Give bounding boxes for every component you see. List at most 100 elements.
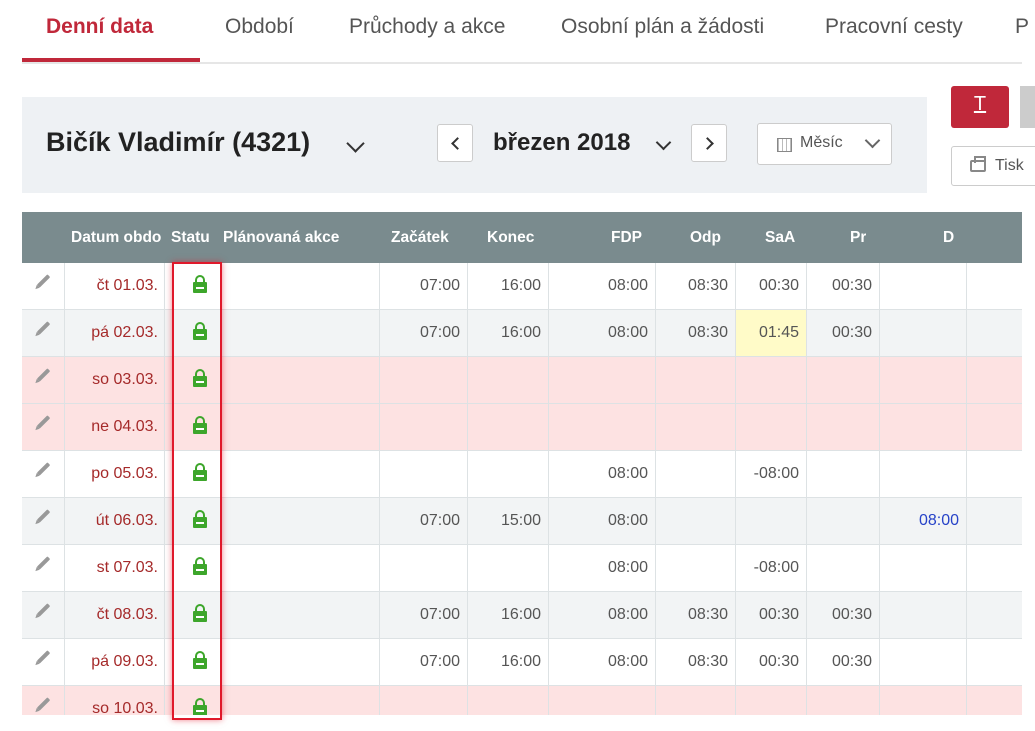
employee-name: Bičík Vladimír (4321): [46, 127, 311, 157]
start-cell: 07:00: [379, 592, 467, 638]
end-cell: [467, 545, 548, 591]
col-fdp[interactable]: FDP: [611, 229, 642, 247]
pr-cell: [806, 357, 879, 403]
edit-cell: [22, 592, 64, 638]
print-label: Tisk: [995, 157, 1024, 174]
edit-cell: [22, 498, 64, 544]
col-konec[interactable]: Konec: [487, 229, 534, 247]
date-cell[interactable]: út 06.03.: [64, 498, 164, 544]
fdp-cell: 08:00: [548, 451, 655, 497]
date-cell[interactable]: st 07.03.: [64, 545, 164, 591]
tab-denni-data[interactable]: Denní data: [46, 15, 153, 39]
odp-cell: [655, 357, 735, 403]
odp-cell: [655, 498, 735, 544]
extra-cell: [966, 451, 1022, 497]
col-pr[interactable]: Pr: [850, 229, 866, 247]
d-cell: [879, 404, 966, 450]
extra-cell: [966, 404, 1022, 450]
fdp-cell: [548, 357, 655, 403]
extra-cell: [966, 639, 1022, 685]
pr-cell: [806, 545, 879, 591]
chevron-right-icon: [701, 137, 714, 150]
saa-cell: 00:30: [735, 639, 806, 685]
end-cell: 16:00: [467, 310, 548, 356]
end-cell: 16:00: [467, 592, 548, 638]
printer-icon: [970, 156, 986, 172]
print-button[interactable]: Tisk: [951, 146, 1035, 186]
next-month-button[interactable]: [691, 124, 727, 162]
tab-pruchody-a-akce[interactable]: Průchody a akce: [349, 15, 505, 39]
tab-osobni-plan[interactable]: Osobní plán a žádosti: [561, 15, 764, 39]
start-cell: [379, 357, 467, 403]
pencil-icon[interactable]: [36, 321, 51, 335]
pencil-icon[interactable]: [36, 274, 51, 288]
pr-cell: [806, 686, 879, 715]
edit-cell: [22, 451, 64, 497]
fdp-cell: 08:00: [548, 592, 655, 638]
prev-month-button[interactable]: [437, 124, 473, 162]
date-cell[interactable]: ne 04.03.: [64, 404, 164, 450]
pr-cell: 00:30: [806, 263, 879, 309]
edit-cell: [22, 404, 64, 450]
date-cell[interactable]: po 05.03.: [64, 451, 164, 497]
col-planovana-akce[interactable]: Plánovaná akce: [223, 229, 339, 247]
pencil-icon[interactable]: [36, 462, 51, 476]
end-cell: 16:00: [467, 639, 548, 685]
pencil-icon[interactable]: [36, 415, 51, 429]
odp-cell: 08:30: [655, 263, 735, 309]
col-status[interactable]: Statu: [171, 229, 216, 247]
saa-cell: [735, 404, 806, 450]
saa-cell: -08:00: [735, 545, 806, 591]
col-datum[interactable]: Datum obdo: [71, 229, 167, 247]
view-select-value: Měsíc: [800, 134, 843, 151]
odp-cell: [655, 451, 735, 497]
extra-cell: [966, 357, 1022, 403]
date-cell[interactable]: čt 08.03.: [64, 592, 164, 638]
text-format-button[interactable]: T: [951, 86, 1009, 128]
fdp-cell: 08:00: [548, 263, 655, 309]
status-column-highlight: [172, 262, 222, 720]
col-saa[interactable]: SaA: [765, 229, 795, 247]
saa-cell: [735, 498, 806, 544]
col-odp[interactable]: Odp: [690, 229, 721, 247]
month-dropdown-icon[interactable]: [655, 134, 672, 151]
saa-cell: 00:30: [735, 592, 806, 638]
col-d[interactable]: D: [943, 229, 954, 247]
date-cell[interactable]: pá 02.03.: [64, 310, 164, 356]
date-cell[interactable]: so 10.03.: [64, 686, 164, 715]
end-cell: [467, 404, 548, 450]
pencil-icon[interactable]: [36, 509, 51, 523]
pencil-icon[interactable]: [36, 603, 51, 617]
fdp-cell: [548, 404, 655, 450]
tab-obdobi[interactable]: Období: [225, 15, 294, 39]
saa-cell: [735, 357, 806, 403]
odp-cell: [655, 404, 735, 450]
edit-cell: [22, 639, 64, 685]
toolbar: Bičík Vladimír (4321) březen 2018 Měsíc: [22, 97, 927, 193]
tab-pracovni-cesty[interactable]: Pracovní cesty: [825, 15, 963, 39]
date-cell[interactable]: so 03.03.: [64, 357, 164, 403]
pencil-icon[interactable]: [36, 697, 51, 711]
start-cell: 07:00: [379, 639, 467, 685]
pr-cell: [806, 498, 879, 544]
pr-cell: 00:30: [806, 639, 879, 685]
tab-more[interactable]: P: [1015, 15, 1029, 39]
d-cell: [879, 451, 966, 497]
fdp-cell: 08:00: [548, 310, 655, 356]
date-cell[interactable]: pá 09.03.: [64, 639, 164, 685]
pencil-icon[interactable]: [36, 650, 51, 664]
view-select[interactable]: Měsíc: [757, 123, 892, 165]
date-cell[interactable]: čt 01.03.: [64, 263, 164, 309]
pencil-icon[interactable]: [36, 368, 51, 382]
table-header: Datum obdo Statu Plánovaná akce Začátek …: [22, 212, 1022, 263]
odp-cell: 08:30: [655, 592, 735, 638]
chevron-down-icon: [864, 132, 881, 149]
end-cell: [467, 357, 548, 403]
employee-dropdown-icon[interactable]: [346, 134, 365, 153]
d-cell: [879, 357, 966, 403]
pr-cell: [806, 404, 879, 450]
d-cell: [879, 545, 966, 591]
pencil-icon[interactable]: [36, 556, 51, 570]
col-zacatek[interactable]: Začátek: [391, 229, 449, 247]
toolbar-button-edge[interactable]: [1020, 86, 1035, 128]
